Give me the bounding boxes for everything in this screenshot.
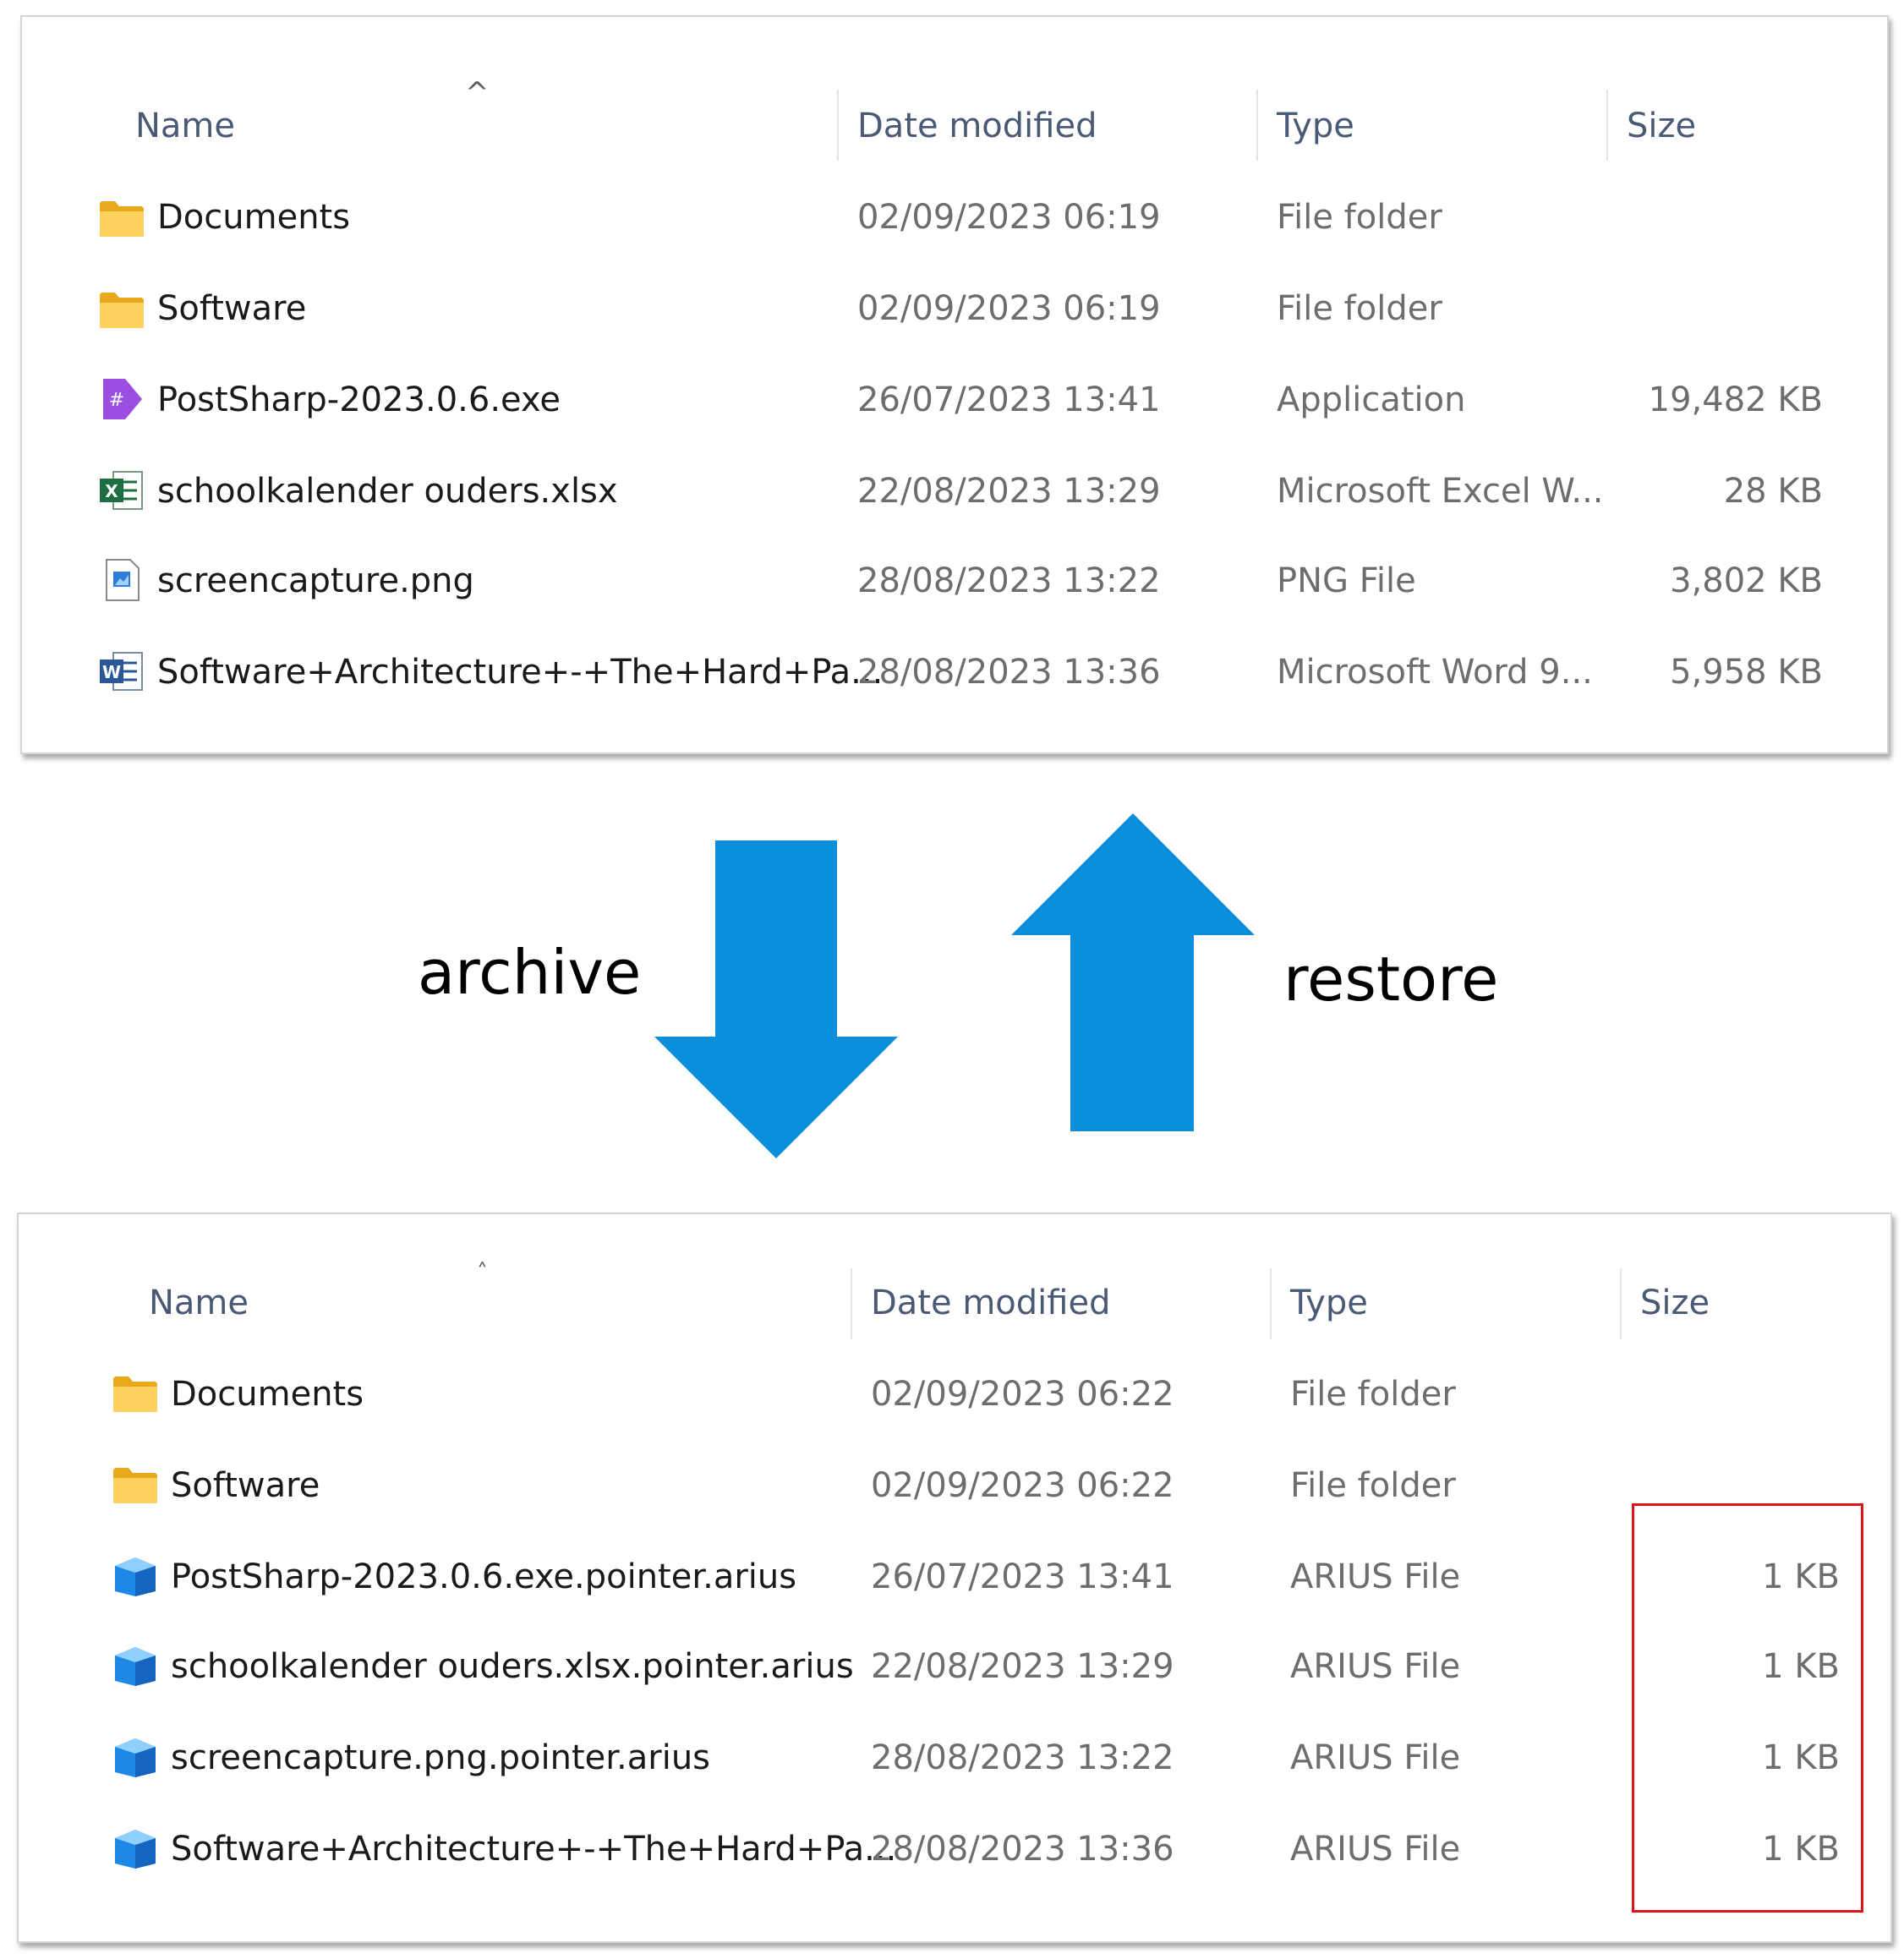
explorer-pane-after: ˄ Name Date modified Type Size Documents…: [17, 1212, 1892, 1943]
folder-icon: [113, 1377, 157, 1412]
column-header-type[interactable]: Type: [1290, 1284, 1368, 1322]
sort-ascending-icon[interactable]: ˄: [477, 1260, 488, 1285]
file-type: ARIUS File: [1290, 1557, 1461, 1596]
file-name: Software+Architecture+-+The+Hard+Pa...: [171, 1830, 897, 1869]
restore-label: restore: [1283, 944, 1499, 1015]
file-date: 02/09/2023 06:22: [871, 1375, 1174, 1414]
arius-file-icon: [115, 1647, 156, 1686]
restore-arrow-icon: [1011, 813, 1255, 1131]
column-header-size[interactable]: Size: [1640, 1284, 1710, 1322]
file-name: Documents: [171, 1375, 364, 1414]
column-header-date-modified[interactable]: Date modified: [871, 1284, 1110, 1322]
column-separator[interactable]: [1620, 1268, 1622, 1339]
folder-icon: [113, 1468, 157, 1503]
file-date: 28/08/2023 13:22: [871, 1738, 1174, 1777]
arius-file-icon: [115, 1830, 156, 1869]
column-header-name[interactable]: Name: [149, 1284, 249, 1322]
file-date: 22/08/2023 13:29: [871, 1647, 1174, 1686]
file-type: File folder: [1290, 1375, 1456, 1414]
file-type: ARIUS File: [1290, 1647, 1461, 1686]
size-highlight-box: [1632, 1503, 1863, 1913]
file-type: ARIUS File: [1290, 1830, 1461, 1869]
file-name: schoolkalender ouders.xlsx.pointer.arius: [171, 1647, 854, 1686]
file-date: 26/07/2023 13:41: [871, 1557, 1174, 1596]
file-date: 28/08/2023 13:36: [871, 1830, 1174, 1869]
arius-file-icon: [115, 1738, 156, 1777]
column-separator[interactable]: [1270, 1268, 1272, 1339]
arius-file-icon: [115, 1557, 156, 1596]
file-name: PostSharp-2023.0.6.exe.pointer.arius: [171, 1557, 797, 1596]
file-name: screencapture.png.pointer.arius: [171, 1738, 711, 1777]
file-date: 02/09/2023 06:22: [871, 1466, 1174, 1505]
file-name: Software: [171, 1466, 320, 1505]
file-type: ARIUS File: [1290, 1738, 1461, 1777]
archive-arrow-icon: [654, 840, 898, 1158]
archive-label: archive: [418, 937, 642, 1008]
file-type: File folder: [1290, 1466, 1456, 1505]
column-separator[interactable]: [851, 1268, 852, 1339]
